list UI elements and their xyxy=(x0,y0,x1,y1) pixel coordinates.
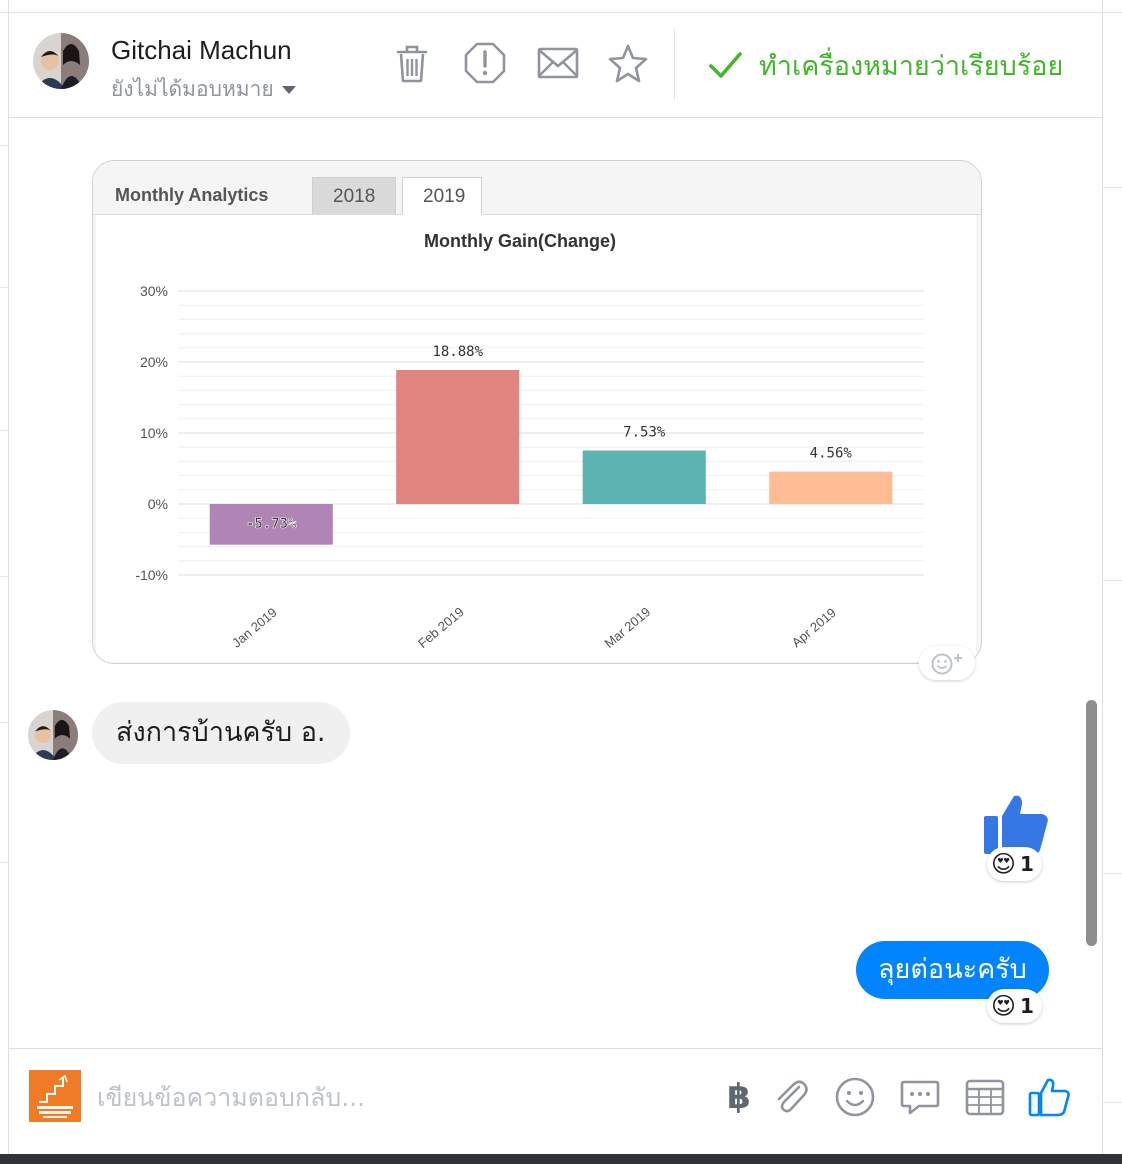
appointment-icon xyxy=(965,1079,1005,1116)
incoming-message-bubble[interactable]: ส่งการบ้านครับ อ. xyxy=(92,702,350,764)
mark-unread-button[interactable] xyxy=(536,41,580,85)
tab-2019: 2019 xyxy=(402,177,482,215)
heart-eyes-icon: 😍 xyxy=(991,992,1017,1020)
toolbar-divider xyxy=(674,29,675,101)
y-tick-label: 0% xyxy=(148,496,168,512)
tab-2018: 2018 xyxy=(312,177,396,214)
assign-status-label: ยังไม่ได้มอบหมาย xyxy=(111,77,274,101)
x-tick-label: Mar 2019 xyxy=(602,604,654,651)
chart-title: Monthly Gain(Change) xyxy=(424,231,616,251)
trash-icon xyxy=(396,45,428,83)
mail-icon xyxy=(537,47,579,79)
gutter-divider xyxy=(0,430,8,431)
x-tick-label: Jan 2019 xyxy=(229,605,280,651)
reaction-count: 1 xyxy=(1020,852,1034,876)
bar-data-label: -5.73% xyxy=(246,516,297,532)
add-emoji-icon xyxy=(931,653,962,675)
chart-bar xyxy=(396,369,520,504)
report-icon xyxy=(464,42,506,84)
like-icon xyxy=(1028,1078,1070,1117)
payment-button[interactable]: ฿ xyxy=(717,1075,761,1119)
send-like-button[interactable] xyxy=(1027,1075,1071,1119)
contact-avatar[interactable] xyxy=(33,33,89,89)
reaction-count: 1 xyxy=(1020,994,1034,1018)
gutter-divider xyxy=(0,145,8,146)
reaction-chip[interactable]: 😍 1 xyxy=(987,847,1042,881)
gutter-divider xyxy=(1103,873,1122,874)
gutter-divider xyxy=(0,576,8,577)
appointment-button[interactable] xyxy=(963,1075,1007,1119)
saved-replies-button[interactable] xyxy=(898,1075,942,1119)
chart-image-attachment[interactable]: Monthly Analytics 2018 2019 Monthly Gain… xyxy=(92,160,982,664)
caret-down-icon xyxy=(281,86,296,94)
sender-avatar[interactable] xyxy=(28,710,78,760)
conversation-header: Gitchai Machun ยังไม่ได้มอบหมาย ทำเครื่อ… xyxy=(9,13,1102,118)
chart-card-title: Monthly Analytics xyxy=(115,185,269,205)
star-icon xyxy=(608,44,648,83)
page-logo xyxy=(29,1070,81,1122)
gutter-divider xyxy=(1103,1102,1122,1103)
window-bottom-bar xyxy=(0,1154,1122,1164)
y-tick-label: -10% xyxy=(135,567,168,583)
scrollbar-thumb[interactable] xyxy=(1086,700,1097,946)
gutter-divider xyxy=(1103,187,1122,188)
delete-button[interactable] xyxy=(390,41,434,85)
emoji-button[interactable] xyxy=(833,1075,877,1119)
reaction-chip[interactable]: 😍 1 xyxy=(987,989,1042,1023)
emoji-icon xyxy=(835,1077,875,1117)
baht-icon: ฿ xyxy=(727,1077,751,1117)
mark-done-label: ทำเครื่องหมายว่าเรียบร้อย xyxy=(759,50,1064,82)
x-tick-label: Apr 2019 xyxy=(789,605,839,650)
saved-replies-icon xyxy=(900,1080,940,1115)
attach-button[interactable] xyxy=(769,1075,813,1119)
chart-bar xyxy=(769,471,893,504)
gutter-divider xyxy=(1103,580,1122,581)
bar-data-label: 4.56% xyxy=(810,446,853,462)
x-tick-label: Feb 2019 xyxy=(415,604,467,651)
reply-composer: ฿ xyxy=(9,1048,1102,1155)
y-tick-label: 10% xyxy=(140,425,168,441)
add-reaction-button[interactable] xyxy=(919,646,975,680)
mark-done-button[interactable]: ทำเครื่องหมายว่าเรียบร้อย xyxy=(707,43,1063,87)
y-tick-label: 20% xyxy=(140,354,168,370)
star-button[interactable] xyxy=(606,41,650,85)
gutter-divider xyxy=(0,722,8,723)
window-left-border xyxy=(8,0,9,1164)
window-right-border xyxy=(1102,0,1103,1164)
chart-bar xyxy=(582,450,706,504)
reply-input[interactable] xyxy=(95,1073,699,1121)
chart-plot-area: Monthly Gain(Change) 30% 20% 10% 0% -10% Jan … xyxy=(96,215,976,662)
attach-icon xyxy=(777,1080,808,1113)
bar-chart: Monthly Gain(Change) 30% 20% 10% 0% -10% Jan … xyxy=(135,231,924,651)
report-spam-button[interactable] xyxy=(463,41,507,85)
gutter-divider xyxy=(0,287,8,288)
y-tick-label: 30% xyxy=(140,283,168,299)
contact-name: Gitchai Machun xyxy=(111,35,292,65)
assign-dropdown[interactable]: ยังไม่ได้มอบหมาย xyxy=(111,73,296,106)
heart-eyes-icon: 😍 xyxy=(991,850,1017,878)
gutter-divider xyxy=(0,862,8,863)
bar-data-label: 18.88% xyxy=(432,344,483,360)
checkmark-icon xyxy=(709,52,742,78)
bar-data-label: 7.53% xyxy=(623,425,666,441)
chart-tab-bar: Monthly Analytics 2018 2019 xyxy=(93,161,981,215)
